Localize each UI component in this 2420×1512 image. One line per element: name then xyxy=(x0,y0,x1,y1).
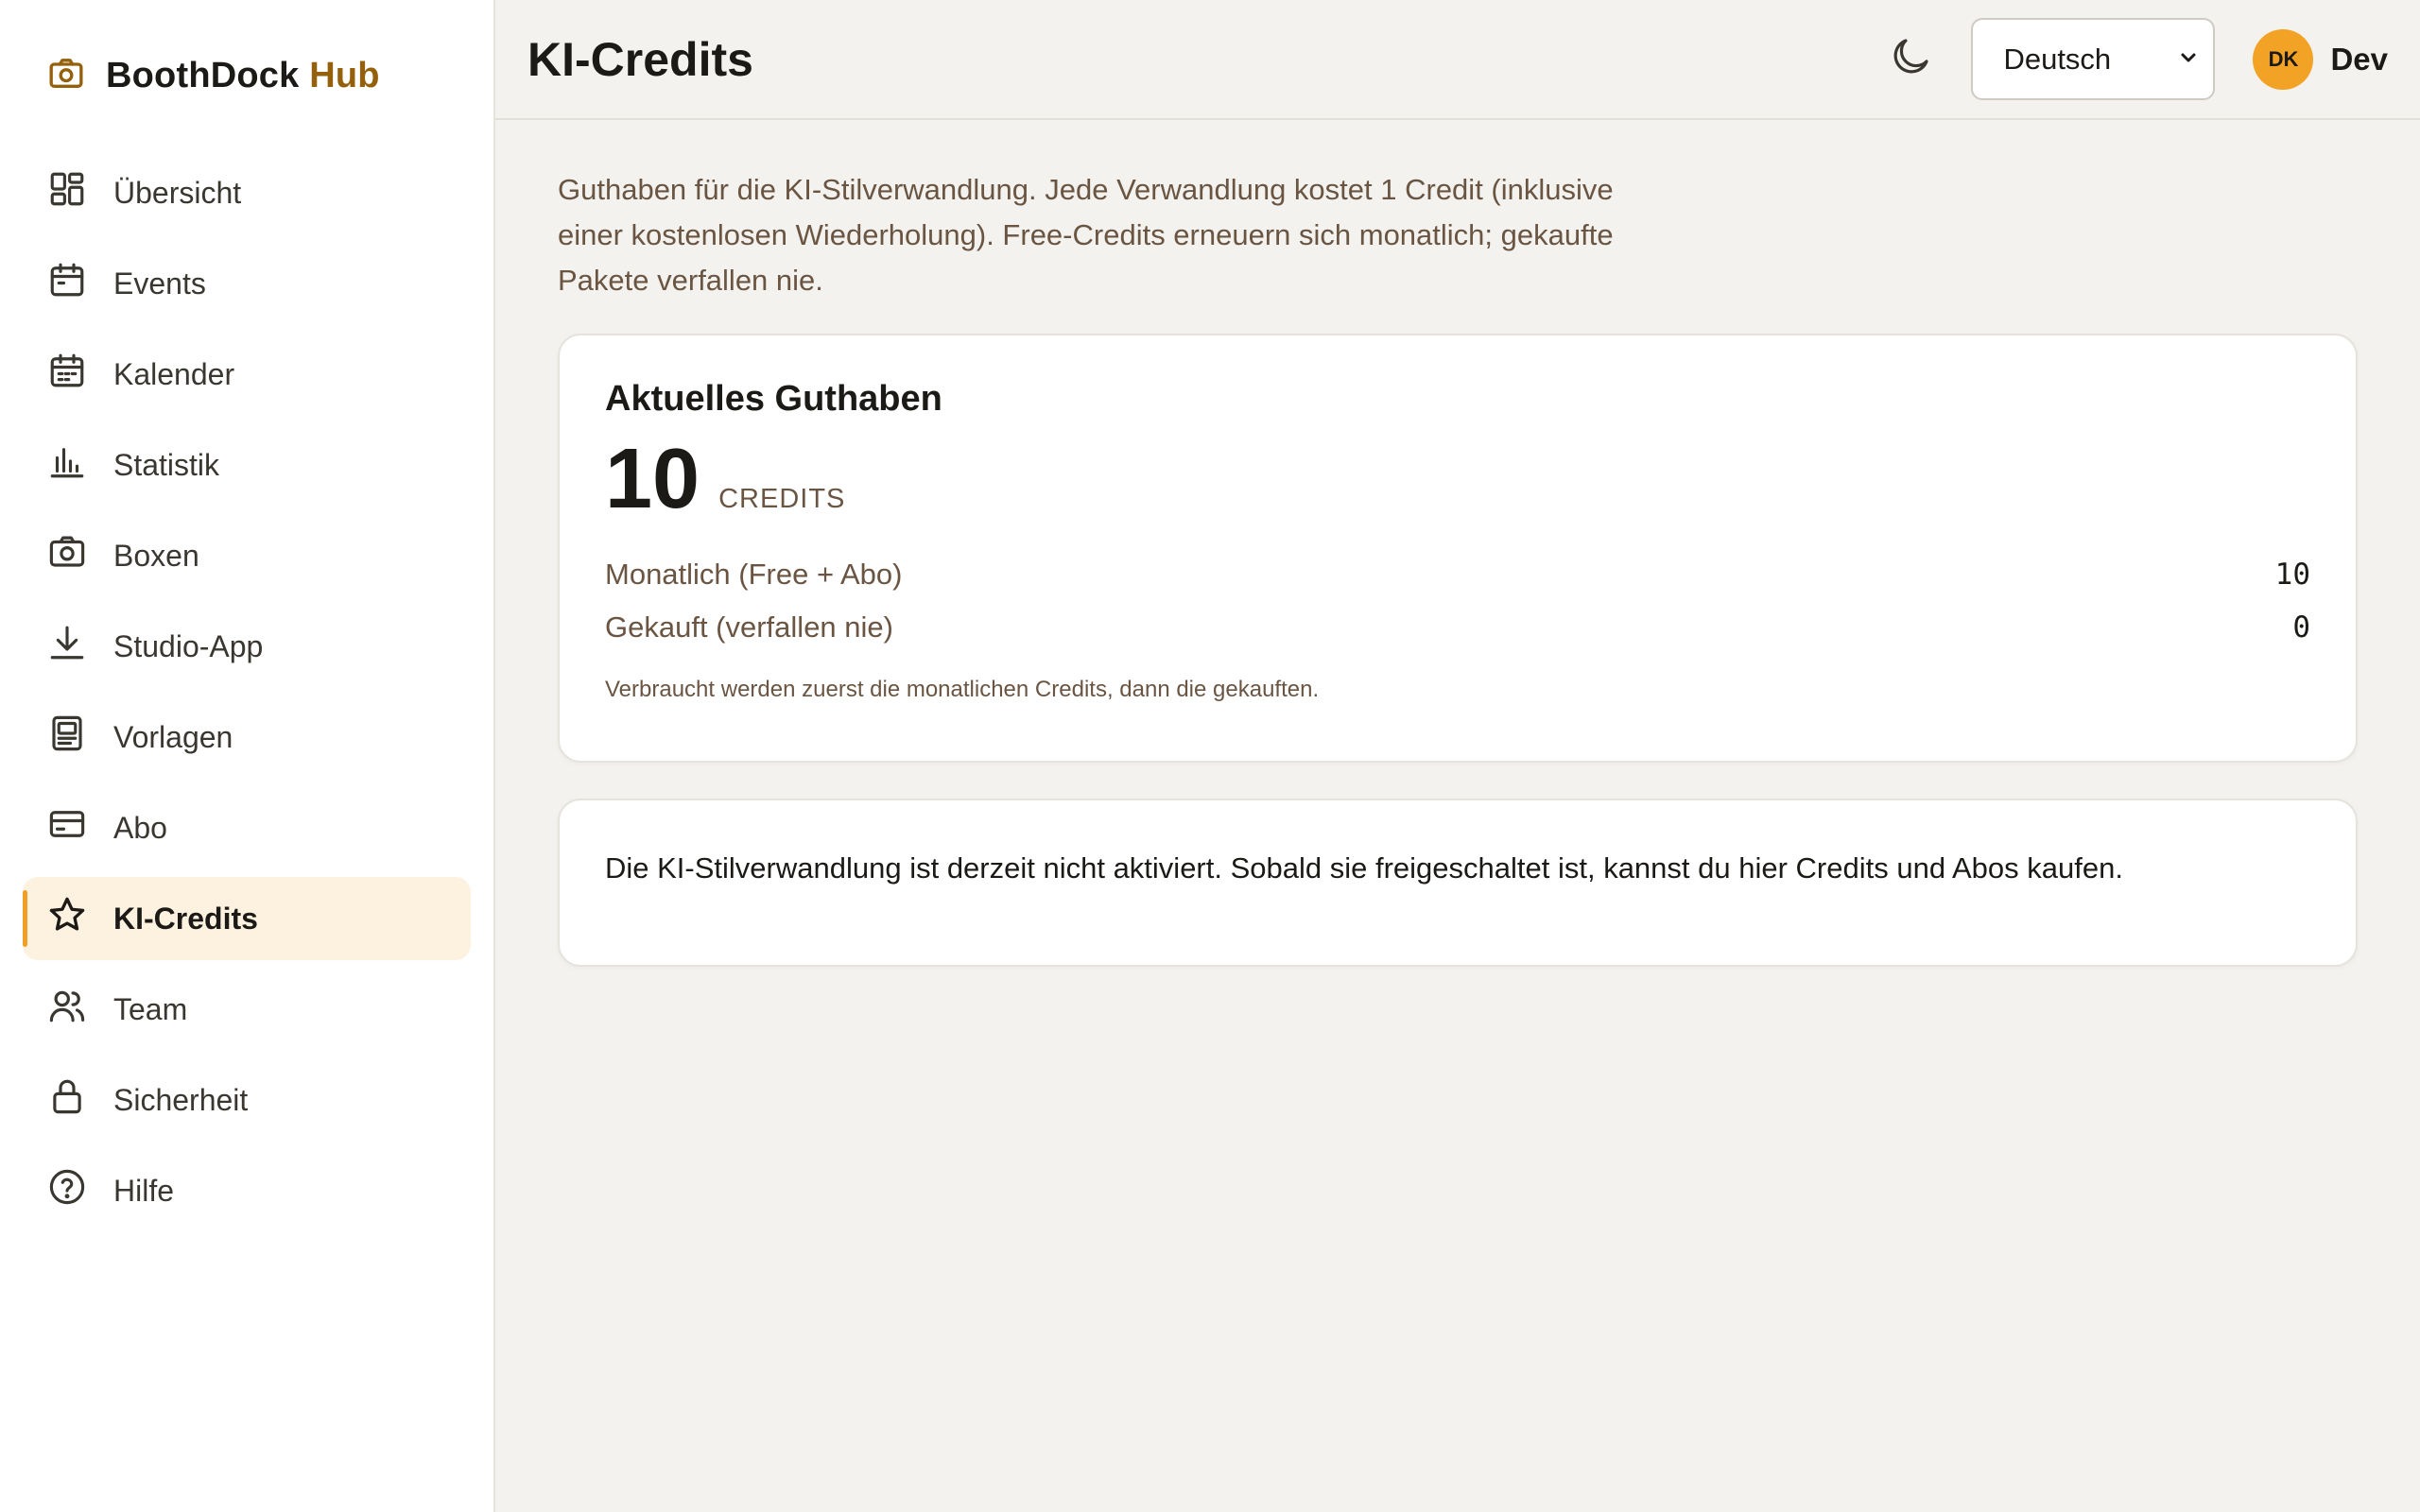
sidebar-item-statistik[interactable]: Statistik xyxy=(23,423,471,507)
top-bar: KI-Credits Deutsch DK Dev xyxy=(495,0,2420,120)
purchased-credits-label: Gekauft (verfallen nie) xyxy=(605,610,893,644)
brand[interactable]: BoothDock Hub xyxy=(23,0,471,151)
balance-total: 10 CREDITS xyxy=(605,437,2310,522)
help-circle-icon xyxy=(47,1167,87,1214)
calendar-icon xyxy=(47,260,87,307)
main-area: KI-Credits Deutsch DK Dev Guthaben für d… xyxy=(495,0,2420,1512)
sidebar-item-kalender[interactable]: Kalender xyxy=(23,333,471,416)
sidebar-item-label: Team xyxy=(113,991,188,1026)
sidebar-item-uebersicht[interactable]: Übersicht xyxy=(23,151,471,234)
balance-unit: CREDITS xyxy=(718,484,846,514)
sidebar-item-label: KI-Credits xyxy=(113,901,258,936)
purchased-credits-value: 0 xyxy=(2292,610,2310,644)
monthly-credits-label: Monatlich (Free + Abo) xyxy=(605,558,903,591)
brand-accent: Hub xyxy=(309,55,380,95)
monthly-credits-value: 10 xyxy=(2274,558,2310,592)
app-root: BoothDock Hub Übersicht Events Kalender … xyxy=(0,0,2420,1512)
credit-card-icon xyxy=(47,804,87,851)
language-select[interactable]: Deutsch xyxy=(1971,18,2216,100)
intro-text: Guthaben für die KI-Stilverwandlung. Jed… xyxy=(558,173,1614,297)
sidebar-item-label: Events xyxy=(113,266,206,301)
sparkle-star-icon xyxy=(47,895,87,942)
users-icon xyxy=(47,986,87,1033)
sidebar-item-label: Kalender xyxy=(113,356,235,391)
moon-icon xyxy=(1888,34,1933,84)
sidebar: BoothDock Hub Übersicht Events Kalender … xyxy=(0,0,495,1512)
sidebar-item-abo[interactable]: Abo xyxy=(23,786,471,869)
camera-icon xyxy=(47,55,85,97)
info-text: Die KI-Stilverwandlung ist derzeit nicht… xyxy=(605,851,2123,885)
download-icon xyxy=(47,623,87,670)
sidebar-item-team[interactable]: Team xyxy=(23,968,471,1051)
balance-value: 10 xyxy=(605,432,700,526)
sidebar-item-label: Boxen xyxy=(113,538,199,573)
chevron-down-icon xyxy=(2177,43,2200,77)
sidebar-item-vorlagen[interactable]: Vorlagen xyxy=(23,696,471,779)
sidebar-item-label: Statistik xyxy=(113,447,220,482)
sidebar-item-label: Übersicht xyxy=(113,175,242,210)
sidebar-item-ki-credits[interactable]: KI-Credits xyxy=(23,877,471,960)
avatar: DK xyxy=(2253,28,2314,90)
sidebar-item-label: Studio-App xyxy=(113,628,264,663)
lock-icon xyxy=(47,1076,87,1124)
sidebar-item-label: Hilfe xyxy=(113,1173,175,1208)
calendar-grid-icon xyxy=(47,351,87,398)
sidebar-item-events[interactable]: Events xyxy=(23,242,471,325)
balance-card-title: Aktuelles Guthaben xyxy=(605,379,942,419)
brand-name: BoothDock Hub xyxy=(106,55,380,95)
info-card: Die KI-Stilverwandlung ist derzeit nicht… xyxy=(558,799,2358,967)
sidebar-item-sicherheit[interactable]: Sicherheit xyxy=(23,1058,471,1142)
sidebar-item-boxen[interactable]: Boxen xyxy=(23,514,471,597)
sidebar-item-label: Sicherheit xyxy=(113,1082,249,1117)
page-content: Guthaben für die KI-Stilverwandlung. Jed… xyxy=(495,120,2420,967)
dashboard-grid-icon xyxy=(47,169,87,216)
monthly-credits-row: Monatlich (Free + Abo) 10 xyxy=(605,548,2310,601)
language-select-value: Deutsch xyxy=(2003,42,2112,76)
sidebar-item-hilfe[interactable]: Hilfe xyxy=(23,1149,471,1232)
balance-card: Aktuelles Guthaben 10 CREDITS Monatlich … xyxy=(558,334,2358,763)
user-name: Dev xyxy=(2330,41,2388,77)
sidebar-item-label: Vorlagen xyxy=(113,719,233,754)
purchased-credits-row: Gekauft (verfallen nie) 0 xyxy=(605,601,2310,654)
user-menu[interactable]: DK Dev xyxy=(2253,28,2388,90)
topbar-actions: Deutsch DK Dev xyxy=(1884,18,2388,100)
template-icon xyxy=(47,713,87,761)
consumption-note: Verbraucht werden zuerst die monatlichen… xyxy=(605,677,1320,702)
sidebar-item-label: Abo xyxy=(113,810,167,845)
sidebar-item-studio-app[interactable]: Studio-App xyxy=(23,605,471,688)
page-title: KI-Credits xyxy=(527,32,753,86)
camera-icon xyxy=(47,532,87,579)
bar-chart-icon xyxy=(47,441,87,489)
theme-toggle-button[interactable] xyxy=(1884,33,1937,86)
sidebar-nav: Übersicht Events Kalender Statistik Boxe… xyxy=(23,151,471,1232)
